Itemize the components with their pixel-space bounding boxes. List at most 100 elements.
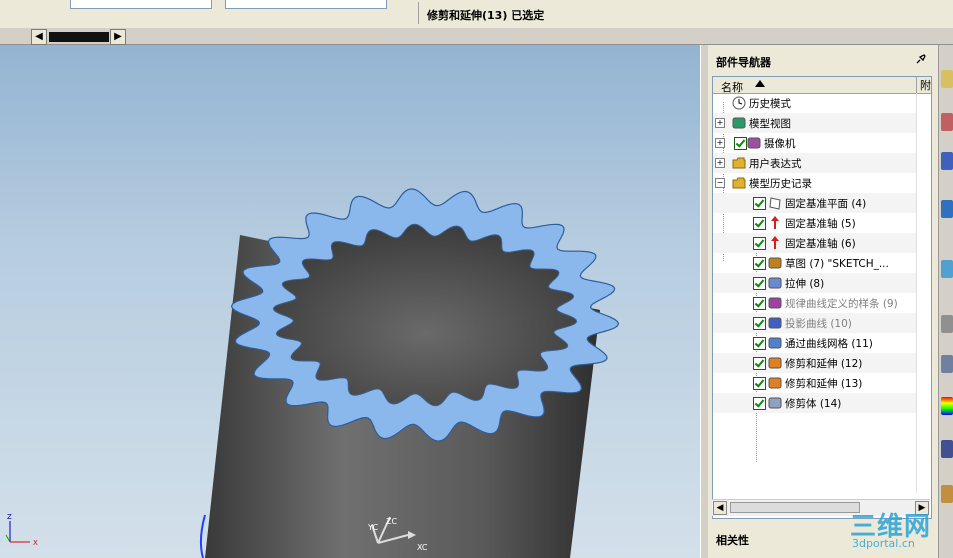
reuse-library-icon[interactable] bbox=[941, 200, 953, 218]
expand-icon[interactable]: + bbox=[715, 158, 725, 168]
tree-node[interactable]: 投影曲线 (10) bbox=[713, 313, 916, 333]
triad-z-label: ZC bbox=[386, 517, 397, 526]
slider-thumb[interactable] bbox=[49, 32, 109, 42]
tree-node[interactable]: + 用户表达式 bbox=[713, 153, 916, 173]
checkbox[interactable] bbox=[753, 317, 766, 330]
view-triad: X Z bbox=[5, 513, 38, 547]
tree-node-label: 用户表达式 bbox=[749, 158, 802, 170]
datum-plane-icon bbox=[768, 196, 782, 210]
status-message: 修剪和延伸(13) 已选定 bbox=[427, 9, 545, 22]
sketch-icon bbox=[768, 256, 782, 270]
view-triad-z-label: Z bbox=[7, 513, 12, 521]
column-header[interactable]: 名称 附 bbox=[713, 77, 931, 94]
trim-extend-icon bbox=[768, 376, 782, 390]
tree-node[interactable]: 修剪体 (14) bbox=[713, 393, 916, 413]
checkbox[interactable] bbox=[753, 297, 766, 310]
expand-icon[interactable]: + bbox=[715, 118, 725, 128]
triad-x-label: XC bbox=[417, 543, 428, 552]
datum-axis-icon bbox=[768, 216, 782, 230]
checkbox[interactable] bbox=[734, 137, 747, 150]
tree-node-label: 摄像机 bbox=[764, 138, 796, 150]
tree-node-label: 历史模式 bbox=[749, 98, 791, 110]
graphics-viewport[interactable]: XC YC ZC X Z bbox=[0, 45, 700, 558]
tree-node[interactable]: + 模型视图 bbox=[713, 113, 916, 133]
curve-mesh-icon bbox=[768, 336, 782, 350]
slider-left-button[interactable]: ◀ bbox=[31, 29, 47, 45]
part-navigator-panel: 部件导航器 名称 附 历史模式 + 模型视图 + 摄像机 + 用户表达式 − 模型历史记录固定基… bbox=[708, 45, 938, 558]
web-browser-icon[interactable] bbox=[941, 260, 953, 278]
visualization-icon[interactable] bbox=[941, 397, 953, 415]
toolbar-field[interactable] bbox=[70, 0, 212, 9]
tree-node-label: 草图 (7) "SKETCH_... bbox=[785, 258, 889, 270]
tree-node-label: 修剪和延伸 (12) bbox=[785, 358, 863, 370]
tree-node-label: 通过曲线网格 (11) bbox=[785, 338, 873, 350]
dependencies-section[interactable]: 相关性 bbox=[716, 532, 749, 548]
resource-bar bbox=[938, 45, 953, 558]
column-attach[interactable]: 附 bbox=[916, 77, 931, 93]
tree-node-label: 模型视图 bbox=[749, 118, 791, 130]
history-icon[interactable] bbox=[941, 315, 953, 333]
collapse-icon[interactable]: − bbox=[715, 178, 725, 188]
selection-slider[interactable]: ◀ ▶ bbox=[0, 28, 953, 45]
system-materials-icon[interactable] bbox=[941, 355, 953, 373]
checkbox[interactable] bbox=[753, 217, 766, 230]
navigator-tree[interactable]: 名称 附 历史模式 + 模型视图 + 摄像机 + 用户表达式 − 模型历史记录固定基准平面 (4… bbox=[712, 76, 932, 519]
tree-node[interactable]: 修剪和延伸 (12) bbox=[713, 353, 916, 373]
expand-icon[interactable]: + bbox=[715, 138, 725, 148]
datum-axis-icon bbox=[768, 236, 782, 250]
tree-node-label: 修剪体 (14) bbox=[785, 398, 842, 410]
tree-node-label: 固定基准轴 (5) bbox=[785, 218, 856, 230]
tree-node[interactable]: 修剪和延伸 (13) bbox=[713, 373, 916, 393]
folder-open-icon bbox=[732, 176, 746, 190]
scroll-left-button[interactable]: ◀ bbox=[713, 501, 727, 515]
pin-icon[interactable] bbox=[915, 53, 927, 65]
roles-icon[interactable] bbox=[941, 485, 953, 503]
navigator-title: 部件导航器 bbox=[716, 56, 771, 69]
status-line: 修剪和延伸(13) 已选定 bbox=[418, 2, 939, 24]
tree-node[interactable]: 固定基准平面 (4) bbox=[713, 193, 916, 213]
tree-node-label: 固定基准轴 (6) bbox=[785, 238, 856, 250]
checkbox[interactable] bbox=[753, 357, 766, 370]
tree-node[interactable]: 历史模式 bbox=[713, 93, 916, 113]
clock-icon bbox=[732, 96, 746, 110]
tree-node-label: 投影曲线 (10) bbox=[785, 318, 852, 330]
tree-node[interactable]: 固定基准轴 (6) bbox=[713, 233, 916, 253]
checkbox[interactable] bbox=[753, 237, 766, 250]
trim-body-icon bbox=[768, 396, 782, 410]
tree-node[interactable]: 拉伸 (8) bbox=[713, 273, 916, 293]
constraint-navigator-icon[interactable] bbox=[941, 113, 953, 131]
tree-node[interactable]: 草图 (7) "SKETCH_... bbox=[713, 253, 916, 273]
tree-node[interactable]: 通过曲线网格 (11) bbox=[713, 333, 916, 353]
watermark-url: 3dportal.cn bbox=[852, 537, 915, 550]
edge-highlight bbox=[199, 514, 206, 558]
trim-extend-icon bbox=[768, 356, 782, 370]
checkbox[interactable] bbox=[753, 337, 766, 350]
checkbox[interactable] bbox=[753, 397, 766, 410]
scroll-thumb[interactable] bbox=[730, 502, 860, 513]
checkbox[interactable] bbox=[753, 377, 766, 390]
law-curve-icon bbox=[768, 296, 782, 310]
tree-node[interactable]: + 摄像机 bbox=[713, 133, 916, 153]
checkbox[interactable] bbox=[753, 257, 766, 270]
tree-node-label: 拉伸 (8) bbox=[785, 278, 825, 290]
toolbar-field[interactable] bbox=[225, 0, 387, 9]
process-studio-icon[interactable] bbox=[941, 440, 953, 458]
checkbox[interactable] bbox=[753, 197, 766, 210]
part-navigator-tab-icon[interactable] bbox=[941, 152, 953, 170]
tree-node[interactable]: − 模型历史记录 bbox=[713, 173, 916, 193]
tree-node-label: 修剪和延伸 (13) bbox=[785, 378, 863, 390]
assembly-navigator-icon[interactable] bbox=[941, 70, 953, 88]
tree-node-label: 模型历史记录 bbox=[749, 178, 812, 190]
camera-icon bbox=[747, 136, 761, 150]
triad-y-label: YC bbox=[367, 523, 378, 532]
checkbox[interactable] bbox=[753, 277, 766, 290]
tree-node[interactable]: 规律曲线定义的样条 (9) bbox=[713, 293, 916, 313]
folder-icon bbox=[732, 156, 746, 170]
projected-curve-icon bbox=[768, 316, 782, 330]
model-views-icon bbox=[732, 116, 746, 130]
slider-right-button[interactable]: ▶ bbox=[110, 29, 126, 45]
extrude-icon bbox=[768, 276, 782, 290]
view-triad-x-label: X bbox=[33, 539, 38, 547]
top-toolbar: 修剪和延伸(13) 已选定 bbox=[0, 0, 953, 29]
tree-node[interactable]: 固定基准轴 (5) bbox=[713, 213, 916, 233]
